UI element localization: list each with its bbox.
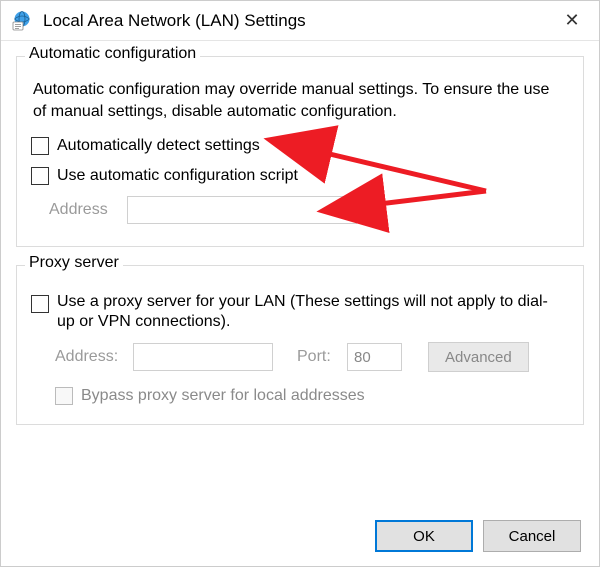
proxy-port-label: Port: <box>297 348 339 366</box>
automatic-configuration-group: Automatic configuration Automatic config… <box>16 56 584 247</box>
title-bar: Local Area Network (LAN) Settings ✕ <box>1 1 599 41</box>
bypass-proxy-checkbox[interactable] <box>55 387 73 405</box>
use-proxy-checkbox[interactable] <box>31 295 49 313</box>
proxy-group-title: Proxy server <box>25 254 123 272</box>
auto-script-label: Use automatic configuration script <box>57 166 298 186</box>
proxy-server-group: Proxy server Use a proxy server for your… <box>16 265 584 425</box>
autoconfig-address-label: Address <box>49 201 119 219</box>
autoconfig-group-title: Automatic configuration <box>25 45 200 63</box>
ok-button[interactable]: OK <box>375 520 473 552</box>
auto-detect-checkbox[interactable] <box>31 137 49 155</box>
dialog-footer: OK Cancel <box>375 520 581 552</box>
proxy-address-input[interactable] <box>133 343 273 371</box>
proxy-address-label: Address: <box>55 348 125 366</box>
advanced-button[interactable]: Advanced <box>428 342 529 372</box>
network-settings-icon <box>11 10 33 32</box>
auto-detect-label: Automatically detect settings <box>57 136 260 156</box>
window-title: Local Area Network (LAN) Settings <box>43 11 557 31</box>
cancel-button[interactable]: Cancel <box>483 520 581 552</box>
use-proxy-label: Use a proxy server for your LAN (These s… <box>57 292 557 332</box>
autoconfig-description: Automatic configuration may override man… <box>33 79 567 122</box>
close-button[interactable]: ✕ <box>557 6 587 36</box>
auto-script-checkbox[interactable] <box>31 167 49 185</box>
proxy-port-input[interactable] <box>347 343 402 371</box>
autoconfig-address-input[interactable] <box>127 196 357 224</box>
bypass-proxy-label: Bypass proxy server for local addresses <box>81 386 365 406</box>
